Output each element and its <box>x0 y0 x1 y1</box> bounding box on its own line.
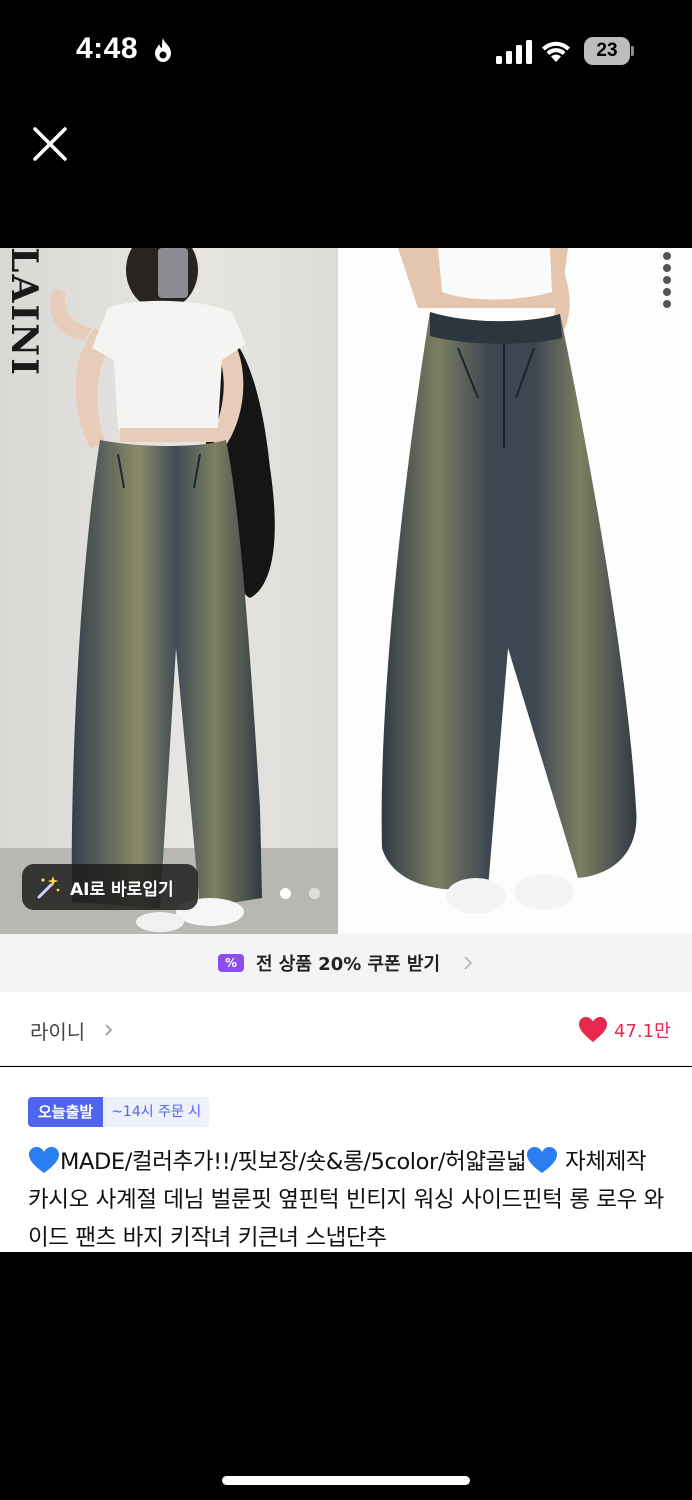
product-photo-flat[interactable] <box>338 248 692 934</box>
magic-wand-icon <box>37 876 60 899</box>
blue-heart-icon <box>29 1147 59 1173</box>
like-count: 47.1만 <box>614 1020 671 1042</box>
wifi-icon <box>542 41 570 62</box>
flame-icon <box>155 38 171 62</box>
carousel-dot <box>309 888 320 899</box>
seller-name-link[interactable]: 라이니 <box>30 1016 85 1045</box>
battery-icon: 23 <box>584 37 634 65</box>
status-bar: 4:48 23 <box>0 0 692 100</box>
coupon-label: 전 상품 20% 쿠폰 받기 <box>255 954 441 975</box>
battery-level: 23 <box>596 40 618 61</box>
like-button[interactable]: 47.1만 <box>578 1016 671 1043</box>
image-thumbnail-indicator <box>660 252 674 316</box>
chevron-right-icon <box>464 956 473 970</box>
product-title-main: MADE/컬러추가!!/핏보장/숏&롱/5color/허얇골넓 <box>60 1149 527 1175</box>
home-indicator[interactable] <box>222 1476 470 1485</box>
cellular-signal-icon <box>496 40 532 64</box>
heart-icon <box>579 1017 607 1042</box>
product-info: 오늘출발 ~14시 주문 시 MADE/컬러추가!!/핏보장/숏&롱/5colo… <box>0 1067 692 1252</box>
order-cutoff-badge: ~14시 주문 시 <box>103 1097 210 1127</box>
shipping-badges: 오늘출발 ~14시 주문 시 <box>28 1097 210 1127</box>
carousel-dot-active <box>280 888 291 899</box>
svg-text:LAINI: LAINI <box>3 248 42 376</box>
product-photo-model[interactable]: LAINI <box>0 248 338 934</box>
product-image-gallery[interactable]: LAINI AI로 바로입기 <box>0 248 692 934</box>
coupon-icon: % <box>217 954 244 972</box>
chevron-right-icon[interactable] <box>104 1023 114 1037</box>
seller-row: 라이니 47.1만 <box>0 992 692 1066</box>
brand-watermark: LAINI <box>3 248 42 376</box>
ai-try-on-label: AI로 바로입기 <box>70 879 174 900</box>
status-time: 4:48 <box>76 32 139 65</box>
blue-heart-icon <box>527 1147 558 1173</box>
ai-try-on-button[interactable]: AI로 바로입기 <box>22 864 198 910</box>
close-icon[interactable] <box>30 124 70 164</box>
carousel-page-indicator <box>280 888 320 900</box>
same-day-shipping-badge: 오늘출발 <box>28 1097 104 1127</box>
product-title: MADE/컬러추가!!/핏보장/숏&롱/5color/허얇골넓 자체제작 카시오… <box>28 1143 668 1252</box>
coupon-banner[interactable]: % 전 상품 20% 쿠폰 받기 <box>0 934 692 992</box>
